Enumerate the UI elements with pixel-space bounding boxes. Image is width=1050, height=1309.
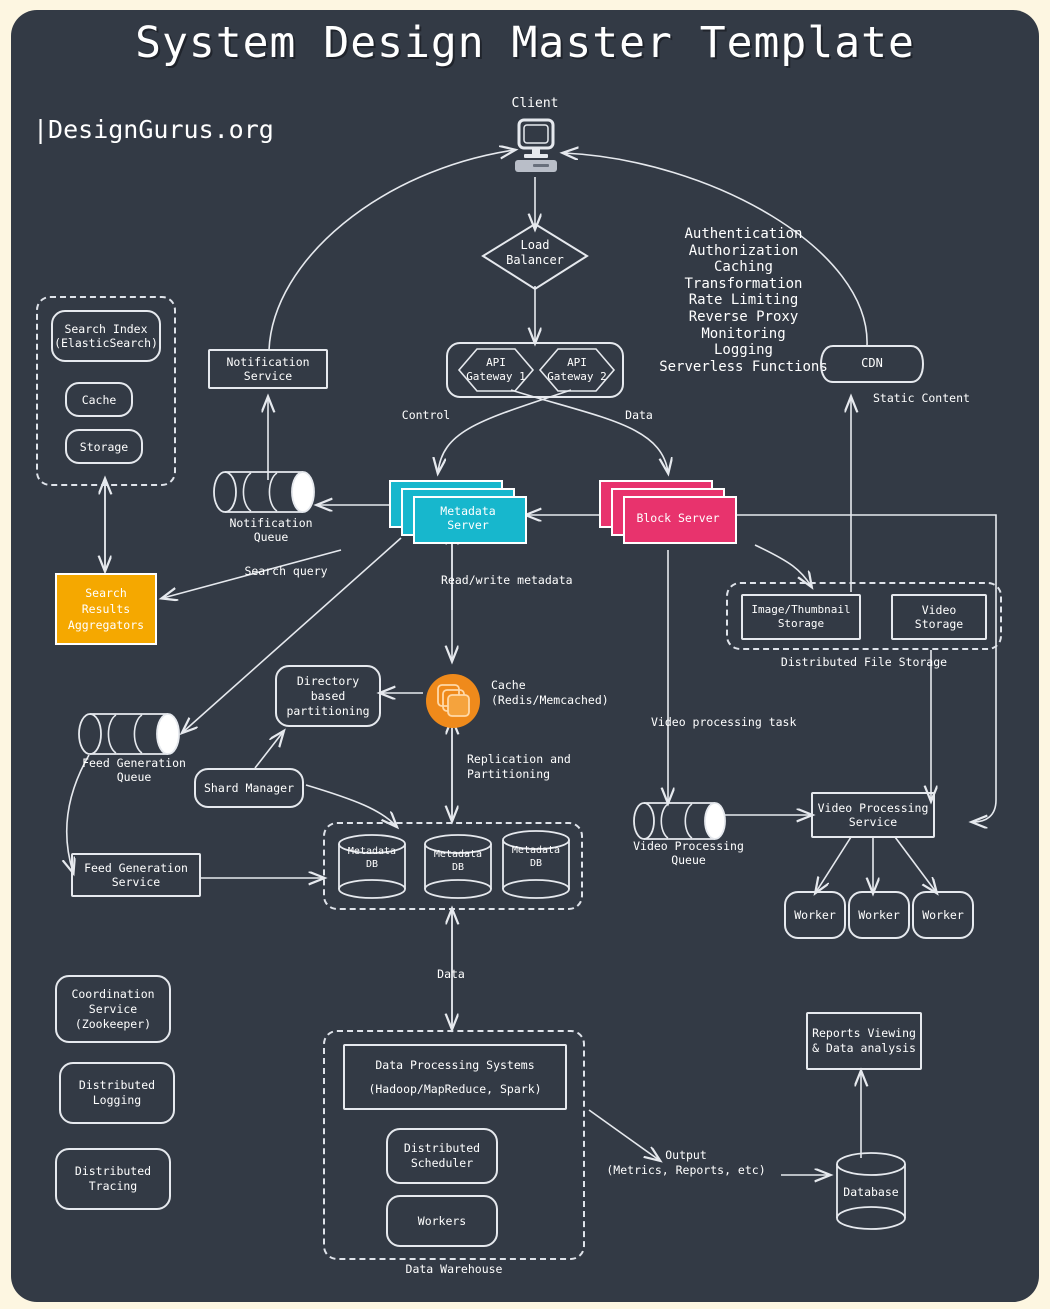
data-warehouse-workers[interactable]: Workers (386, 1195, 498, 1247)
distributed-file-storage-label: Distributed File Storage (780, 655, 948, 669)
video-storage[interactable]: Video Storage (891, 594, 987, 640)
worker-3[interactable]: Worker (912, 891, 974, 939)
data-processing-systems-subtitle: (Hadoop/MapReduce, Spark) (368, 1081, 542, 1096)
client-icon (515, 118, 557, 172)
api-gateway-1-label: API Gateway 1 (466, 356, 526, 383)
diagram-panel: System Design Master Template |DesignGur… (11, 10, 1039, 1302)
notification-service[interactable]: Notification Service (208, 349, 328, 389)
gateway-feature-0: Authentication (684, 226, 803, 242)
data-bottom-label: Data (437, 967, 465, 981)
metadata-db-3-label: Metadata DB (511, 845, 561, 869)
search-query-label: Search query (244, 564, 328, 578)
notification-queue-label: Notification Queue (229, 516, 313, 544)
video-processing-task-label: Video processing task (651, 715, 797, 729)
metadata-server-label: Metadata Server (440, 504, 496, 532)
data-warehouse-label: Data Warehouse (405, 1262, 503, 1276)
database-label: Database (843, 1185, 899, 1199)
metadata-db-2-label: Metadata DB (433, 849, 483, 873)
video-processing-service[interactable]: Video Processing Service (811, 792, 935, 838)
feed-generation-queue-icon[interactable] (76, 710, 186, 758)
video-processing-queue-icon[interactable] (631, 799, 731, 843)
distributed-logging[interactable]: Distributed Logging (59, 1062, 175, 1124)
client-label: Client (511, 96, 559, 111)
cache-icon[interactable] (424, 672, 482, 730)
feed-generation-service[interactable]: Feed Generation Service (71, 853, 201, 897)
notification-queue-icon[interactable] (211, 468, 321, 516)
gateway-feature-1: Authorization (688, 242, 799, 259)
data-processing-systems-title: Data Processing Systems (375, 1057, 535, 1072)
gateway-feature-3: Transformation (684, 275, 803, 292)
output-label: Output (Metrics, Reports, etc) (606, 1148, 766, 1177)
data-processing-systems[interactable]: Data Processing Systems (Hadoop/MapReduc… (343, 1044, 567, 1110)
gateway-feature-2: Caching (713, 259, 773, 276)
worker-1[interactable]: Worker (784, 891, 846, 939)
cdn-label: CDN (861, 356, 883, 370)
block-server-label: Block Server (636, 511, 720, 525)
data-edge-label: Data (625, 408, 653, 422)
api-gateway-2-label: API Gateway 2 (547, 356, 607, 383)
read-write-metadata-label: Read/write metadata (441, 573, 573, 587)
metadata-db-1-label: Metadata DB (347, 846, 397, 870)
directory-based-partitioning[interactable]: Directory based partitioning (275, 665, 381, 727)
search-results-aggregators[interactable]: Search Results Aggregators (55, 573, 157, 645)
load-balancer-label: Load Balancer (506, 238, 564, 267)
gateway-feature-5: Reverse Proxy (688, 308, 799, 325)
distributed-tracing[interactable]: Distributed Tracing (55, 1148, 171, 1210)
image-thumbnail-storage[interactable]: Image/Thumbnail Storage (741, 594, 861, 640)
distributed-scheduler[interactable]: Distributed Scheduler (386, 1128, 498, 1184)
worker-2[interactable]: Worker (848, 891, 910, 939)
static-content-label: Static Content (873, 391, 970, 405)
replication-partitioning-label: Replication and Partitioning (467, 752, 571, 781)
block-server-stack[interactable]: Block Server (599, 480, 744, 544)
gateway-feature-4: Rate Limiting (688, 292, 799, 309)
feed-generation-queue-label: Feed Generation Queue (82, 756, 186, 784)
shard-manager[interactable]: Shard Manager (194, 768, 304, 808)
video-processing-queue-label: Video Processing Queue (633, 839, 744, 867)
cache-label: Cache (Redis/Memcached) (491, 678, 609, 707)
coordination-service[interactable]: Coordination Service (Zookeeper) (55, 975, 171, 1043)
search-index[interactable]: Search Index (ElasticSearch) (51, 310, 161, 362)
metadata-server-stack[interactable]: Metadata Server (389, 480, 529, 544)
gateway-feature-6: Monitoring (701, 325, 786, 342)
search-storage[interactable]: Storage (65, 429, 143, 464)
reports-viewing[interactable]: Reports Viewing & Data analysis (806, 1012, 922, 1070)
search-cache[interactable]: Cache (65, 382, 133, 417)
control-edge-label: Control (401, 408, 451, 422)
